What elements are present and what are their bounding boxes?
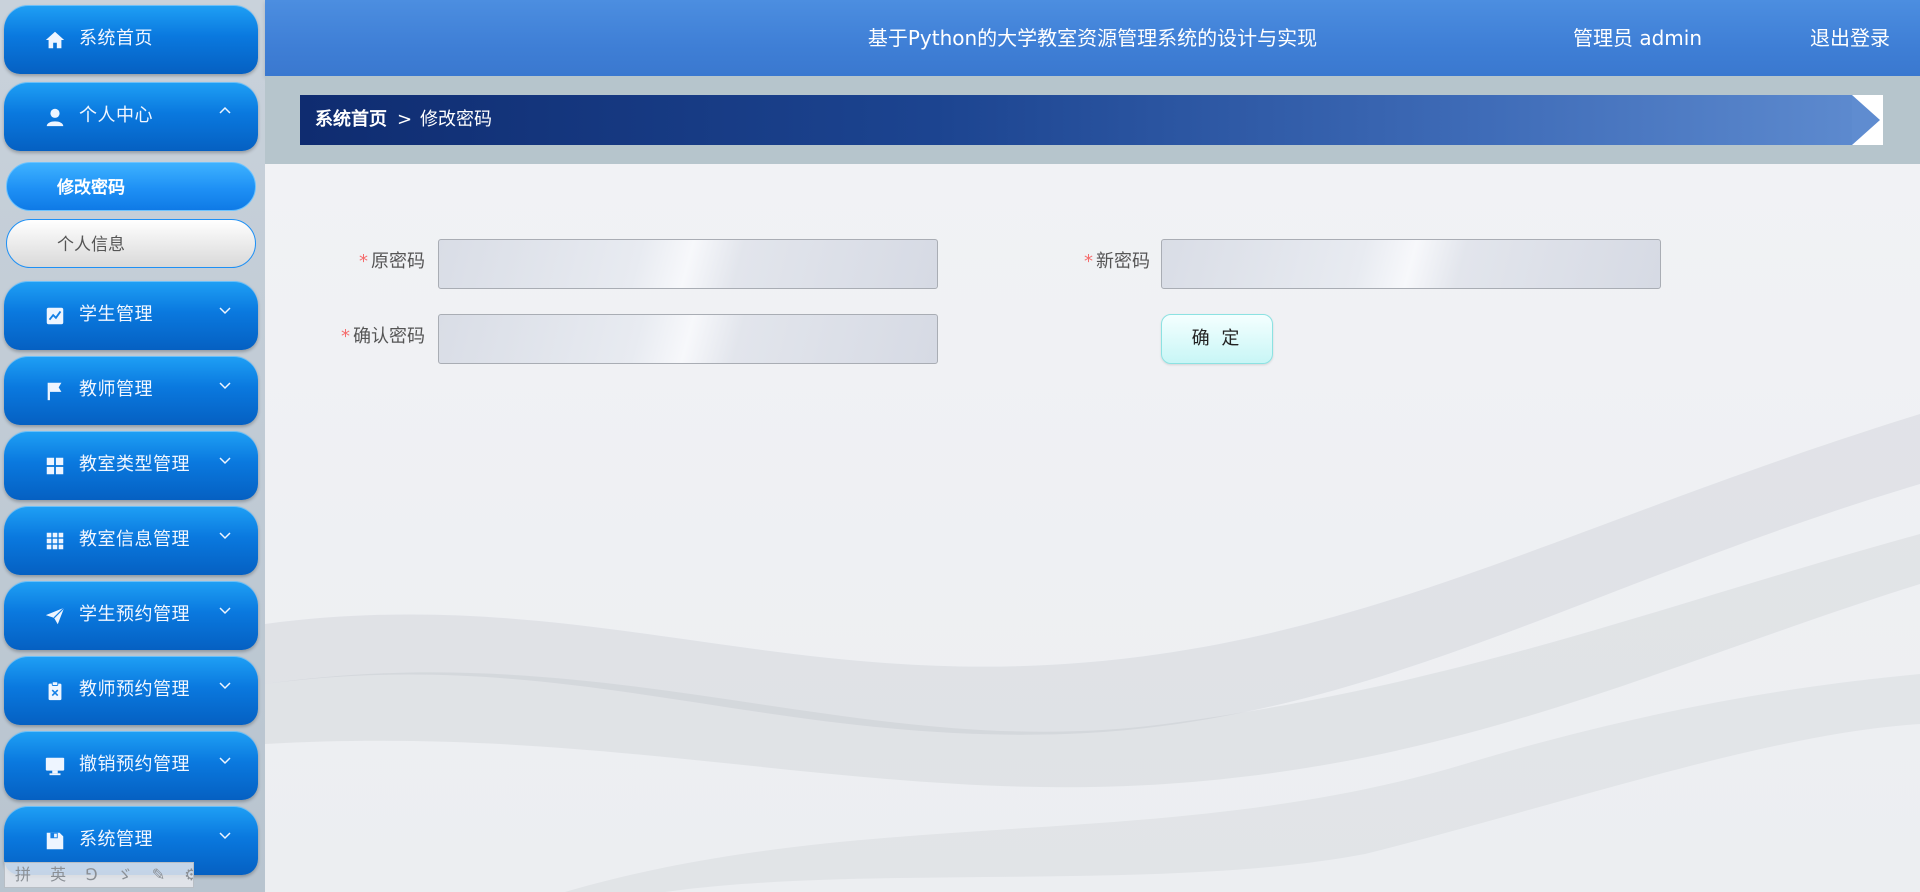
chart-icon [46, 307, 64, 325]
ime-toolbar[interactable]: 拼 英 ⅁ ゞ ✎ ⚙ ⊞ [4, 862, 194, 888]
confirm-button[interactable]: 确 定 [1161, 314, 1273, 364]
sidebar-item-personal-center[interactable]: 个人中心 [4, 82, 258, 151]
clipboard-icon [48, 681, 62, 701]
confirm-password-label: * 确认密码 [305, 325, 425, 349]
sidebar-item-student-management[interactable]: 学生管理 [4, 281, 258, 350]
sidebar-subitem-label: 修改密码 [57, 178, 125, 198]
send-icon [45, 607, 65, 625]
header-bar: 基于Python的大学教室资源管理系统的设计与实现 管理员 admin 退出登录 [265, 0, 1920, 76]
new-password-input[interactable] [1161, 239, 1661, 289]
new-password-label: * 新密码 [1035, 250, 1150, 274]
chevron-down-icon [219, 382, 231, 390]
sidebar-item-label: 学生管理 [79, 304, 153, 325]
monitor-icon [45, 757, 65, 776]
chevron-up-icon [219, 106, 231, 114]
logout-link[interactable]: 退出登录 [1810, 25, 1890, 51]
breadcrumb-separator: > [397, 109, 413, 130]
breadcrumb [300, 95, 1883, 145]
chevron-down-icon [219, 682, 231, 690]
sidebar-subitem-personal-info[interactable]: 个人信息 [6, 219, 256, 268]
home-icon [45, 31, 65, 49]
sidebar-item-label: 系统首页 [79, 28, 153, 49]
apps-icon [46, 532, 64, 550]
confirm-password-label-text: 确认密码 [353, 326, 425, 347]
required-mark: * [341, 326, 350, 347]
required-mark: * [1084, 251, 1093, 272]
save-icon [46, 832, 64, 850]
sidebar-item-home[interactable]: 系统首页 [4, 5, 258, 74]
grid-icon [46, 457, 64, 475]
sidebar-item-classroom-type-management[interactable]: 教室类型管理 [4, 431, 258, 500]
chevron-down-icon [219, 307, 231, 315]
sidebar-item-cancel-booking-management[interactable]: 撤销预约管理 [4, 731, 258, 800]
sidebar-item-label: 撤销预约管理 [79, 754, 190, 775]
sidebar-subitem-change-password[interactable]: 修改密码 [6, 162, 256, 211]
confirm-password-input[interactable] [438, 314, 938, 364]
sidebar-item-teacher-booking-management[interactable]: 教师预约管理 [4, 656, 258, 725]
sidebar-item-label: 教师预约管理 [79, 679, 190, 700]
old-password-label: * 原密码 [315, 250, 425, 274]
sidebar-item-teacher-management[interactable]: 教师管理 [4, 356, 258, 425]
user-icon [46, 108, 64, 127]
sidebar-item-label: 个人中心 [79, 105, 153, 126]
current-user-label: 管理员 admin [1572, 26, 1702, 50]
sidebar-item-label: 教室信息管理 [79, 529, 190, 550]
breadcrumb-arrow-icon [1852, 95, 1880, 145]
chevron-down-icon [219, 832, 231, 840]
chevron-down-icon [219, 757, 231, 765]
breadcrumb-home-link[interactable]: 系统首页 [315, 108, 387, 132]
chevron-down-icon [219, 607, 231, 615]
sidebar-item-label: 教室类型管理 [79, 454, 190, 475]
sidebar-item-label: 教师管理 [79, 379, 153, 400]
sidebar-item-label: 系统管理 [79, 829, 153, 850]
old-password-input[interactable] [438, 239, 938, 289]
flag-icon [47, 382, 62, 401]
old-password-label-text: 原密码 [371, 251, 425, 272]
required-mark: * [359, 251, 368, 272]
sidebar: 系统首页 个人中心 修改密码 个人信息 学生管理 教师管理 教室类型管理 教室信… [0, 0, 265, 892]
new-password-label-text: 新密码 [1096, 251, 1150, 272]
breadcrumb-current: 修改密码 [420, 109, 492, 130]
sidebar-item-student-booking-management[interactable]: 学生预约管理 [4, 581, 258, 650]
sidebar-subitem-label: 个人信息 [57, 235, 125, 255]
chevron-down-icon [219, 532, 231, 540]
main-content: * 原密码 * 新密码 * 确认密码 确 定 [265, 164, 1920, 892]
sidebar-item-label: 学生预约管理 [79, 604, 190, 625]
sidebar-item-classroom-info-management[interactable]: 教室信息管理 [4, 506, 258, 575]
chevron-down-icon [219, 457, 231, 465]
